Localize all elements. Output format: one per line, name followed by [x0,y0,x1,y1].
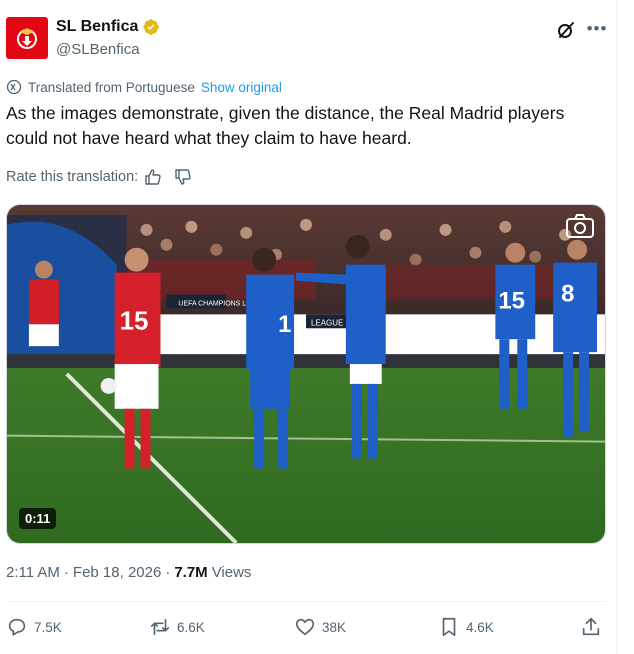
tweet-text: As the images demonstrate, given the dis… [6,103,565,148]
reply-button[interactable]: 7.5K [6,616,62,638]
reply-count: 7.5K [34,619,62,635]
author-handle[interactable]: @SLBenfica [56,41,140,58]
tweet-time[interactable]: 2:11 AM [6,564,60,581]
heart-icon [295,618,315,636]
player-number-center: 1 [278,311,291,338]
show-original-link[interactable]: Show original [201,80,282,95]
player-number-right-b: 8 [561,280,574,307]
action-bar: 7.5K 6.6K 38K 4.6K [6,616,606,642]
camera-icon[interactable] [565,213,595,239]
repost-count: 6.6K [177,619,205,635]
board-text-b: LEAGUE [311,318,343,327]
player-number-right-a: 15 [498,287,525,314]
author-name[interactable]: SL Benfica [56,18,138,36]
grok-icon[interactable] [556,20,576,40]
author-name-line: SL Benfica [56,18,160,36]
divider [6,601,606,602]
avatar[interactable] [6,17,48,59]
video-frame: UEFA CHAMPIONS LEAGUE LEAGUE 15 1 15 8 [7,205,605,543]
like-count: 38K [322,619,347,635]
bookmark-icon [442,617,456,637]
player-number-left: 15 [120,307,149,335]
tweet-header: SL Benfica @SLBenfica ••• [6,14,610,62]
rate-label: Rate this translation: [6,169,139,185]
repost-icon [150,618,170,636]
share-icon [582,617,600,636]
bookmark-count: 4.6K [466,619,494,635]
thumbs-up-icon[interactable] [144,168,162,186]
reply-icon [8,618,26,636]
repost-button[interactable]: 6.6K [149,616,205,638]
tweet-card: SL Benfica @SLBenfica ••• Translated fro… [0,0,617,654]
meta-separator: · [63,564,69,581]
video-duration: 0:11 [19,508,57,529]
views-label: Views [211,564,252,581]
more-icon[interactable]: ••• [584,18,610,40]
benfica-crest-icon [17,28,37,49]
thumbs-down-icon[interactable] [174,168,192,186]
meta-separator: · [165,564,171,581]
translate-icon [6,79,22,95]
views-count[interactable]: 7.7M [174,564,207,581]
tweet-date[interactable]: Feb 18, 2026 [73,564,161,581]
tweet-meta: 2:11 AM · Feb 18, 2026 · 7.7M Views [6,564,251,581]
video-player[interactable]: UEFA CHAMPIONS LEAGUE LEAGUE 15 1 15 8 0… [6,204,606,544]
bookmark-button[interactable]: 4.6K [438,616,494,638]
verified-badge-icon[interactable] [142,18,160,36]
like-button[interactable]: 38K [294,616,346,638]
share-button[interactable] [580,616,602,638]
translation-notice: Translated from Portuguese Show original [6,79,282,95]
rate-translation: Rate this translation: [6,168,192,186]
translated-label: Translated from Portuguese [28,79,195,95]
